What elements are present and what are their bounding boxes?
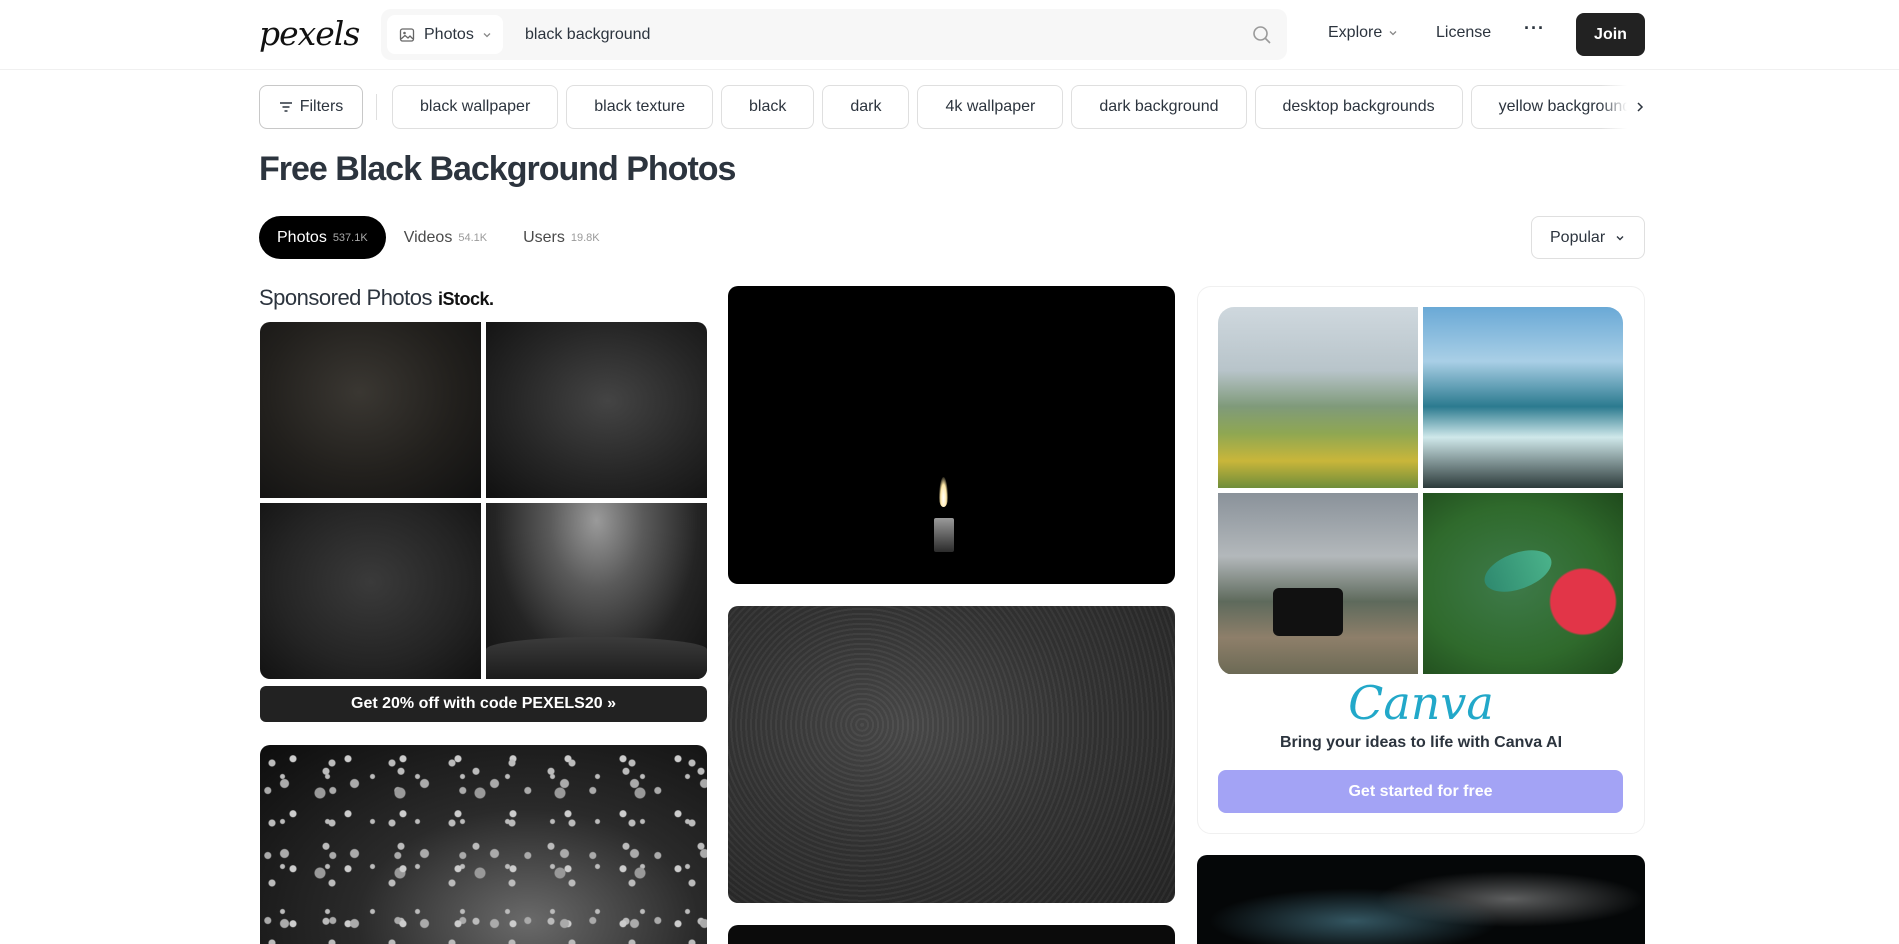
photo-card[interactable] bbox=[728, 925, 1175, 944]
sponsored-photo[interactable] bbox=[260, 322, 481, 498]
tab-users[interactable]: Users 19.8K bbox=[505, 216, 618, 259]
chevron-down-icon bbox=[483, 32, 491, 37]
tab-photos[interactable]: Photos 537.1K bbox=[259, 216, 386, 259]
tag-black-texture[interactable]: black texture bbox=[566, 85, 713, 129]
sponsored-photos-heading: Sponsored Photos iStock. bbox=[259, 285, 494, 311]
jeep-shape bbox=[1273, 588, 1343, 636]
sponsored-photo[interactable] bbox=[260, 503, 481, 679]
filters-label: Filters bbox=[299, 98, 344, 115]
ad-image-mountain-meadow bbox=[1218, 307, 1418, 488]
license-link[interactable]: License bbox=[1436, 24, 1491, 42]
tab-label: Users bbox=[523, 228, 565, 246]
candle bbox=[934, 518, 954, 552]
search-type-label: Photos bbox=[424, 25, 474, 43]
explore-label: Explore bbox=[1328, 24, 1383, 41]
explore-menu[interactable]: Explore bbox=[1328, 24, 1398, 42]
join-button[interactable]: Join bbox=[1576, 13, 1645, 56]
tab-count: 537.1K bbox=[332, 231, 368, 244]
canva-get-started-button[interactable]: Get started for free bbox=[1218, 770, 1623, 813]
tab-count: 19.8K bbox=[570, 231, 600, 244]
filters-button[interactable]: Filters bbox=[259, 85, 363, 129]
photo-card-smoke[interactable] bbox=[1197, 855, 1645, 944]
hummingbird-shape bbox=[1478, 542, 1558, 600]
pexels-logo[interactable]: pexels bbox=[259, 14, 360, 53]
tag-desktop-backgrounds[interactable]: desktop backgrounds bbox=[1254, 85, 1463, 129]
spotlight-floor bbox=[486, 637, 707, 679]
sponsored-photo[interactable] bbox=[486, 503, 707, 679]
canva-logo: Canva bbox=[1348, 676, 1494, 730]
tag-4k-wallpaper[interactable]: 4k wallpaper bbox=[917, 85, 1064, 129]
tag-black-wallpaper[interactable]: black wallpaper bbox=[392, 85, 559, 129]
sort-label: Popular bbox=[1550, 228, 1606, 246]
sponsored-photo[interactable] bbox=[486, 322, 707, 498]
tab-label: Photos bbox=[277, 228, 327, 246]
more-menu-button[interactable]: ··· bbox=[1524, 18, 1545, 39]
chevron-right-icon bbox=[1637, 102, 1644, 112]
media-tabs: Photos 537.1K Videos 54.1K Users 19.8K bbox=[259, 216, 618, 259]
chevron-down-icon bbox=[1389, 31, 1397, 36]
photo-card-black-sand[interactable] bbox=[728, 606, 1175, 903]
tab-videos[interactable]: Videos 54.1K bbox=[386, 216, 505, 259]
sponsored-photo-grid bbox=[260, 322, 707, 679]
tags-scroll-right[interactable] bbox=[1600, 85, 1645, 129]
ad-image-hummingbird bbox=[1423, 493, 1623, 674]
chevron-down-icon bbox=[1616, 235, 1624, 240]
page-title: Free Black Background Photos bbox=[259, 150, 736, 188]
search-input[interactable] bbox=[525, 22, 1225, 48]
image-icon bbox=[399, 27, 415, 42]
tag-dark-background[interactable]: dark background bbox=[1071, 85, 1247, 129]
search-icon[interactable] bbox=[1251, 24, 1273, 46]
canva-tagline: Bring your ideas to life with Canva AI bbox=[1279, 734, 1563, 751]
sponsored-label: Sponsored Photos bbox=[259, 285, 433, 310]
sort-dropdown[interactable]: Popular bbox=[1531, 216, 1645, 259]
filter-icon bbox=[279, 102, 292, 112]
divider bbox=[376, 94, 377, 120]
tab-label: Videos bbox=[403, 228, 453, 246]
tab-count: 54.1K bbox=[458, 231, 488, 244]
search-type-dropdown[interactable]: Photos bbox=[387, 15, 503, 54]
search-bar: Photos bbox=[381, 9, 1287, 60]
istock-logo[interactable]: iStock. bbox=[438, 289, 494, 310]
top-nav-bar: pexels Photos Explore License ··· Join bbox=[0, 0, 1899, 70]
related-tags: black wallpaper black texture black dark… bbox=[392, 85, 1645, 129]
tag-black[interactable]: black bbox=[721, 85, 815, 129]
tag-dark[interactable]: dark bbox=[822, 85, 910, 129]
ad-image-coast-waves bbox=[1423, 307, 1623, 488]
ad-image-jeep bbox=[1218, 493, 1418, 674]
istock-promo-button[interactable]: Get 20% off with code PEXELS20 » bbox=[260, 686, 707, 722]
canva-ad-images bbox=[1218, 307, 1623, 675]
photo-card-water-drops[interactable] bbox=[260, 745, 707, 944]
